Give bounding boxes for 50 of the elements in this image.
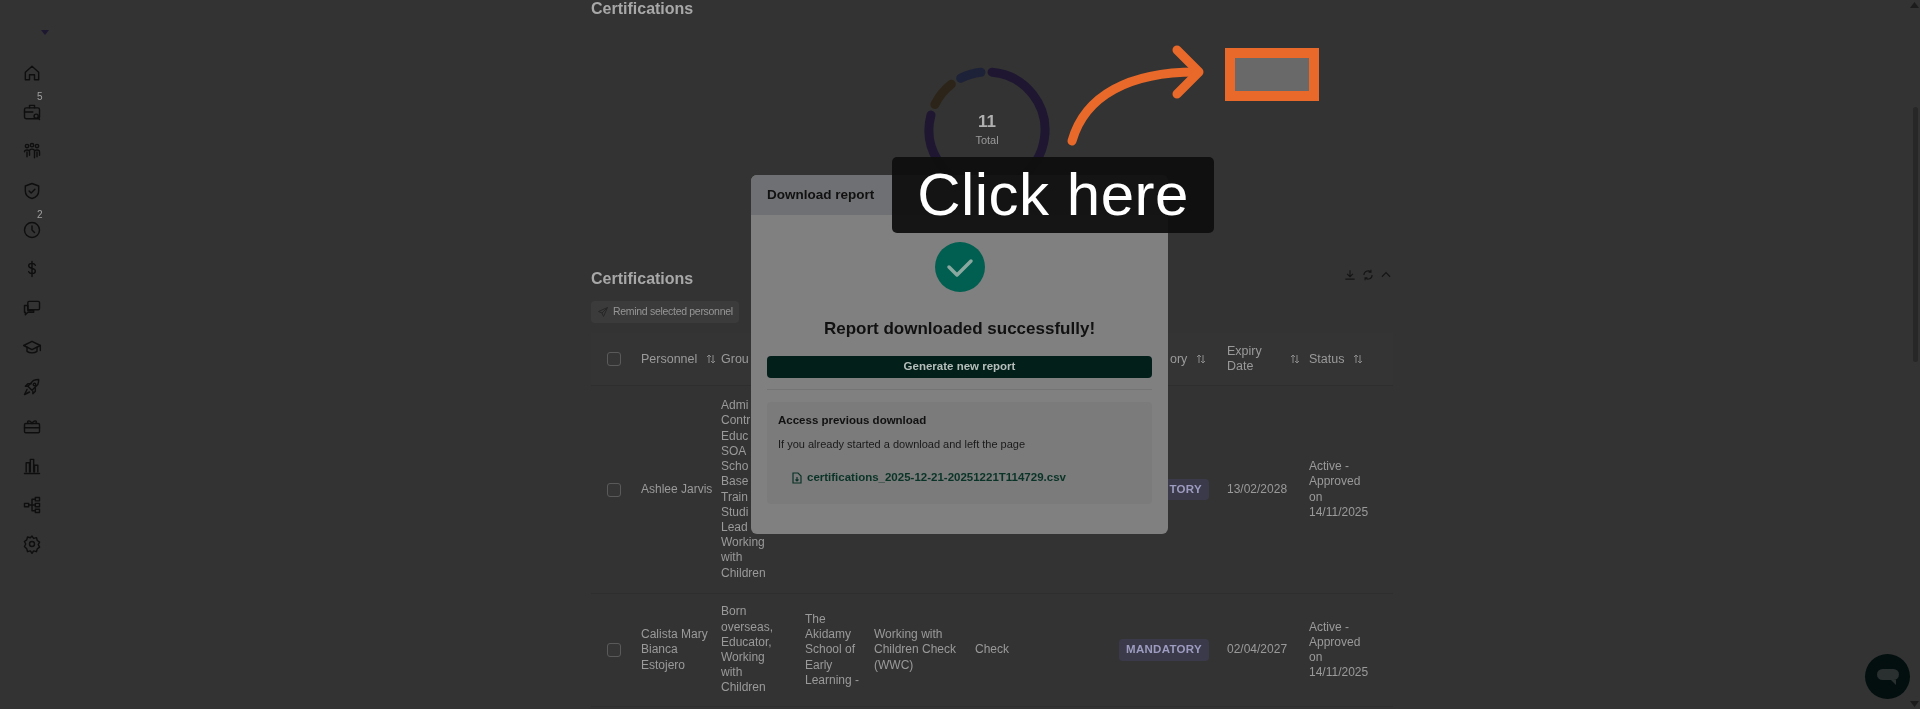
hierarchy-icon[interactable]: [22, 494, 42, 515]
panel-title: Access previous download: [778, 412, 928, 428]
card-title: Certifications: [591, 0, 695, 18]
table-cell-text: Active - Approved on 14/11/2025: [1309, 459, 1370, 520]
table-cell-text: Admi Contr Educ SOA Scho Base Train Studi Lead Working with Children: [721, 398, 767, 581]
total-label: Total: [975, 132, 999, 148]
chat-button[interactable]: [1865, 654, 1910, 699]
sort-icon[interactable]: [1195, 353, 1208, 365]
download-icon[interactable]: [1343, 268, 1357, 282]
rocket-icon[interactable]: [22, 377, 42, 397]
column-header[interactable]: Status: [1309, 351, 1345, 367]
column-header[interactable]: Personnel: [641, 351, 698, 367]
notification-count: 5: [37, 91, 43, 103]
remind-button[interactable]: Remind selected personnel: [591, 301, 739, 323]
table-cell-text: The Akidamy School of Early Learning -: [805, 612, 861, 688]
sort-icon[interactable]: [705, 353, 718, 365]
table-cell-text: Calista Mary Bianca Estojero: [641, 627, 709, 673]
card-title: Certifications: [591, 269, 694, 289]
table-cell-text: 13/02/2028: [1227, 481, 1289, 498]
settings-icon[interactable]: [22, 534, 42, 555]
modal-title: Download report: [767, 185, 875, 204]
notification-count: 2: [37, 209, 43, 221]
table-cell-text: Active - Approved on 14/11/2025: [1309, 619, 1370, 681]
row-checkbox[interactable]: [607, 643, 621, 657]
success-check-icon: [934, 242, 985, 292]
success-message: Report downloaded successfully!: [823, 318, 1096, 340]
generate-report-button[interactable]: Generate new report: [767, 355, 1152, 378]
table-cell-text: Check: [975, 642, 1010, 658]
table-cell-text: Born overseas, Educator, Working with Children: [721, 604, 775, 696]
download-file-link[interactable]: certifications_2025-12-21-20251221T114729.csv: [792, 469, 1141, 487]
sort-icon[interactable]: [1352, 353, 1365, 365]
file-icon: [792, 471, 802, 484]
callout-text: Click here: [917, 165, 1189, 225]
column-header[interactable]: Grou: [721, 351, 749, 367]
category-badge: MANDATORY: [1119, 639, 1209, 661]
panel-description: If you already started a download and left the page: [778, 436, 1027, 452]
clock-icon[interactable]: [22, 219, 42, 240]
table-cell-text: Working with Children Check (WWC): [874, 627, 958, 673]
shield-check-icon[interactable]: [22, 180, 42, 201]
refresh-icon[interactable]: [1361, 268, 1375, 282]
chat-icon: [1875, 666, 1900, 687]
sort-icon[interactable]: [1289, 353, 1301, 365]
caret-icon[interactable]: [41, 30, 49, 35]
total-count: 11: [978, 111, 996, 132]
row-checkbox[interactable]: [607, 482, 621, 497]
table-cell-text: Ashlee Jarvis: [641, 481, 714, 498]
select-all-checkbox[interactable]: [607, 352, 621, 366]
table-cell-text: 02/04/2027: [1227, 642, 1289, 658]
column-header[interactable]: ory: [1170, 351, 1188, 367]
column-header[interactable]: Expiry Date: [1227, 344, 1267, 374]
